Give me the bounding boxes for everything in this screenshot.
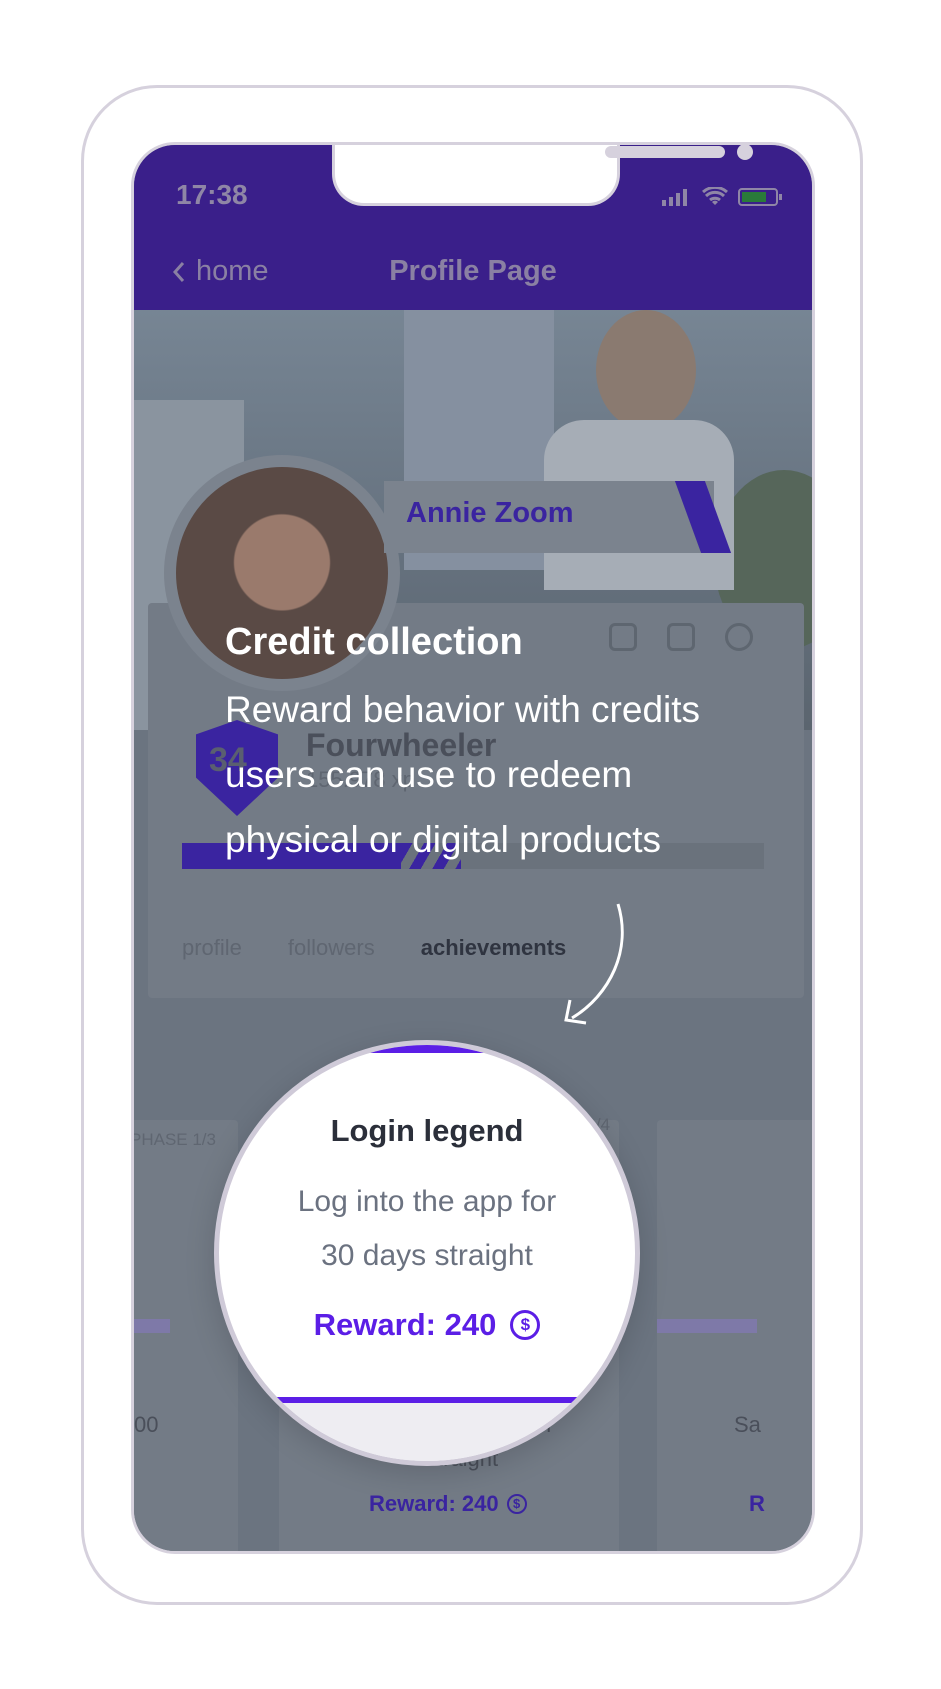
- profile-name: Annie Zoom: [406, 497, 574, 529]
- lens-footer: [219, 1403, 635, 1461]
- center-reward-label: Reward: 240: [369, 1491, 499, 1516]
- tab-profile[interactable]: profile: [182, 935, 242, 961]
- signal-icon: [662, 189, 687, 206]
- achievement-description-line1: Log into the app for: [297, 1185, 557, 1218]
- lens-top-bar: [369, 1045, 499, 1053]
- achievement-card-right[interactable]: [657, 1120, 812, 1551]
- right-partial-reward: R: [749, 1491, 765, 1516]
- tooltip-title: Credit collection: [225, 621, 523, 663]
- achievement-title: Login legend: [330, 1113, 524, 1148]
- phase-label-left: PHASE 1/3: [131, 1130, 216, 1149]
- status-time: 17:38: [176, 179, 248, 210]
- profile-tabs: profile followers achievements: [182, 935, 566, 961]
- twitch-icon[interactable]: [609, 623, 637, 651]
- twitter-icon[interactable]: [725, 623, 753, 651]
- phase-bar-left: [134, 1319, 170, 1333]
- achievement-reward: Reward: 240 $: [219, 1307, 635, 1343]
- tab-followers[interactable]: followers: [288, 935, 375, 961]
- achievement-reward-label: Reward: 240: [313, 1307, 497, 1342]
- coin-icon: $: [506, 1494, 527, 1514]
- tab-achievements[interactable]: achievements: [421, 935, 567, 961]
- tooltip-body: Reward behavior with credits users can u…: [225, 689, 701, 860]
- left-partial-value: 00: [134, 1412, 159, 1437]
- instagram-icon[interactable]: [667, 623, 695, 651]
- coin-icon: $: [510, 1310, 541, 1340]
- phase-bar-right: [657, 1319, 757, 1333]
- achievement-description: Log into the app for 30 days straight: [249, 1175, 605, 1283]
- curved-arrow-icon: [564, 903, 624, 1025]
- page-title: Profile Page: [389, 255, 557, 287]
- phone-notch: [332, 145, 753, 206]
- speaker: [605, 146, 725, 158]
- camera: [737, 145, 753, 160]
- right-partial-text: Sa: [734, 1412, 761, 1437]
- cover-rider: [596, 310, 696, 430]
- center-reward: Reward: 240 $: [369, 1491, 527, 1517]
- achievement-description-line2: 30 days straight: [321, 1239, 533, 1272]
- wifi-icon: [702, 187, 728, 205]
- social-links: [609, 623, 753, 651]
- status-icons: [662, 187, 784, 207]
- magnifier-lens: Login legend Log into the app for 30 day…: [214, 1040, 640, 1466]
- nav-bar: home Profile Page: [134, 245, 812, 309]
- battery-icon: [738, 188, 782, 206]
